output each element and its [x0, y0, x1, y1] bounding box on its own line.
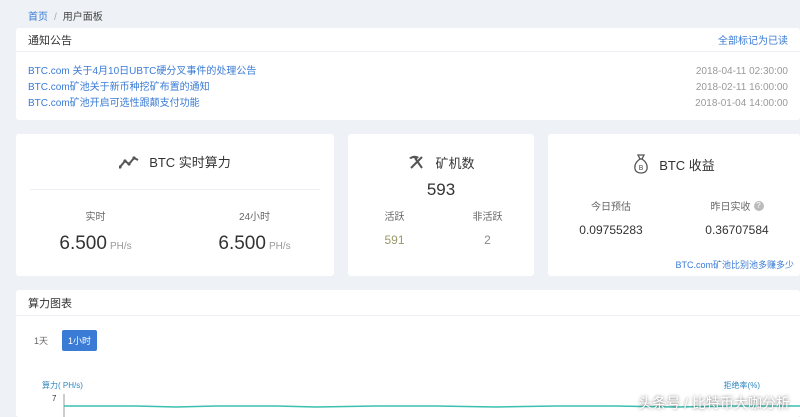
hashrate-24h: 24小时 6.500 PH/s	[175, 190, 334, 255]
breadcrumb-home-link[interactable]: 首页	[28, 12, 48, 23]
notice-date: 2018-01-04 14:00:00	[695, 98, 788, 109]
trend-line-icon	[119, 155, 139, 169]
hashrate-title: BTC 实时算力	[30, 134, 320, 190]
income-today: 今日预估 0.09755283	[548, 198, 674, 237]
hashrate-card: BTC 实时算力 实时 6.500 PH/s 24小时 6.500 PH/s	[16, 134, 334, 276]
miners-inactive-label: 非活跃	[472, 212, 503, 223]
notice-list: BTC.com 关于4月10日UBTC硬分叉事件的处理公告 2018-04-11…	[16, 52, 800, 112]
compare-pools-link[interactable]: BTC.com矿池比别池多赚多少	[675, 258, 794, 271]
hashrate-24h-label: 24小时	[238, 212, 271, 223]
notice-header: 通知公告 全部标记为已读	[16, 28, 800, 52]
hashrate-24h-value-row: 6.500 PH/s	[175, 233, 334, 255]
range-1-hour-button[interactable]: 1小时	[62, 330, 98, 351]
hashrate-realtime-value-row: 6.500 PH/s	[16, 233, 175, 255]
notice-title: 通知公告	[28, 34, 72, 47]
pickaxe-icon	[409, 155, 424, 169]
hashrate-realtime-value: 6.500	[59, 233, 107, 254]
income-today-label: 今日预估	[591, 202, 631, 213]
miners-title-text: 矿机数	[435, 155, 475, 171]
notice-item: BTC.com 关于4月10日UBTC硬分叉事件的处理公告 2018-04-11…	[28, 64, 788, 80]
hashrate-24h-unit: PH/s	[268, 241, 291, 252]
notice-panel: 通知公告 全部标记为已读 BTC.com 关于4月10日UBTC硬分叉事件的处理…	[16, 28, 800, 120]
notice-item: BTC.com矿池开启可选性跟颠支付功能 2018-01-04 14:00:00	[28, 96, 788, 112]
mark-all-read-link[interactable]: 全部标记为已读	[718, 32, 788, 47]
chart-title: 算力图表	[16, 290, 800, 316]
chart-range-selector: 1天 1小时	[28, 330, 98, 351]
miners-inactive: 非活跃 2	[441, 208, 534, 247]
range-1-day-button[interactable]: 1天	[28, 330, 55, 351]
miners-inactive-value[interactable]: 2	[441, 233, 534, 247]
miners-card: 矿机数 593 活跃 591 非活跃 2	[348, 134, 534, 276]
notice-link[interactable]: BTC.com矿池关于新币种挖矿布置的通知	[28, 80, 210, 96]
help-icon[interactable]: ?	[753, 200, 764, 211]
miners-active-label: 活跃	[384, 212, 405, 223]
notice-date: 2018-02-11 16:00:00	[695, 82, 788, 93]
svg-text:B: B	[639, 164, 644, 172]
breadcrumb: 首页 / 用户面板	[28, 8, 103, 23]
miners-title: 矿机数	[348, 148, 534, 176]
breadcrumb-current: 用户面板	[62, 12, 103, 23]
income-yesterday-label: 昨日实收?	[674, 198, 800, 213]
hashrate-realtime-unit: PH/s	[109, 241, 132, 252]
income-title-text: BTC 收益	[659, 157, 715, 173]
money-bag-icon: B	[634, 154, 648, 174]
hashrate-24h-value: 6.500	[218, 233, 266, 254]
income-yesterday-value: 0.36707584	[705, 223, 769, 237]
notice-link[interactable]: BTC.com 关于4月10日UBTC硬分叉事件的处理公告	[28, 64, 256, 80]
notice-date: 2018-04-11 02:30:00	[695, 66, 788, 77]
hashrate-realtime: 实时 6.500 PH/s	[16, 190, 175, 255]
income-card: B BTC 收益 今日预估 0.09755283 昨日实收? 0.3670758…	[548, 134, 800, 276]
breadcrumb-separator: /	[54, 12, 57, 23]
notice-item: BTC.com矿池关于新币种挖矿布置的通知 2018-02-11 16:00:0…	[28, 80, 788, 96]
income-yesterday: 昨日实收? 0.36707584	[674, 198, 800, 237]
miners-active-value[interactable]: 591	[348, 233, 441, 247]
miners-total: 593	[426, 180, 456, 199]
notice-link[interactable]: BTC.com矿池开启可选性跟颠支付功能	[28, 96, 200, 112]
miners-active: 活跃 591	[348, 208, 441, 247]
hashrate-realtime-label: 实时	[85, 212, 106, 223]
income-today-value: 0.09755283	[579, 223, 643, 237]
watermark: 头条号 / 比特币大咖分析	[638, 395, 790, 411]
income-title: B BTC 收益	[548, 148, 800, 180]
hashrate-title-text: BTC 实时算力	[149, 155, 231, 170]
